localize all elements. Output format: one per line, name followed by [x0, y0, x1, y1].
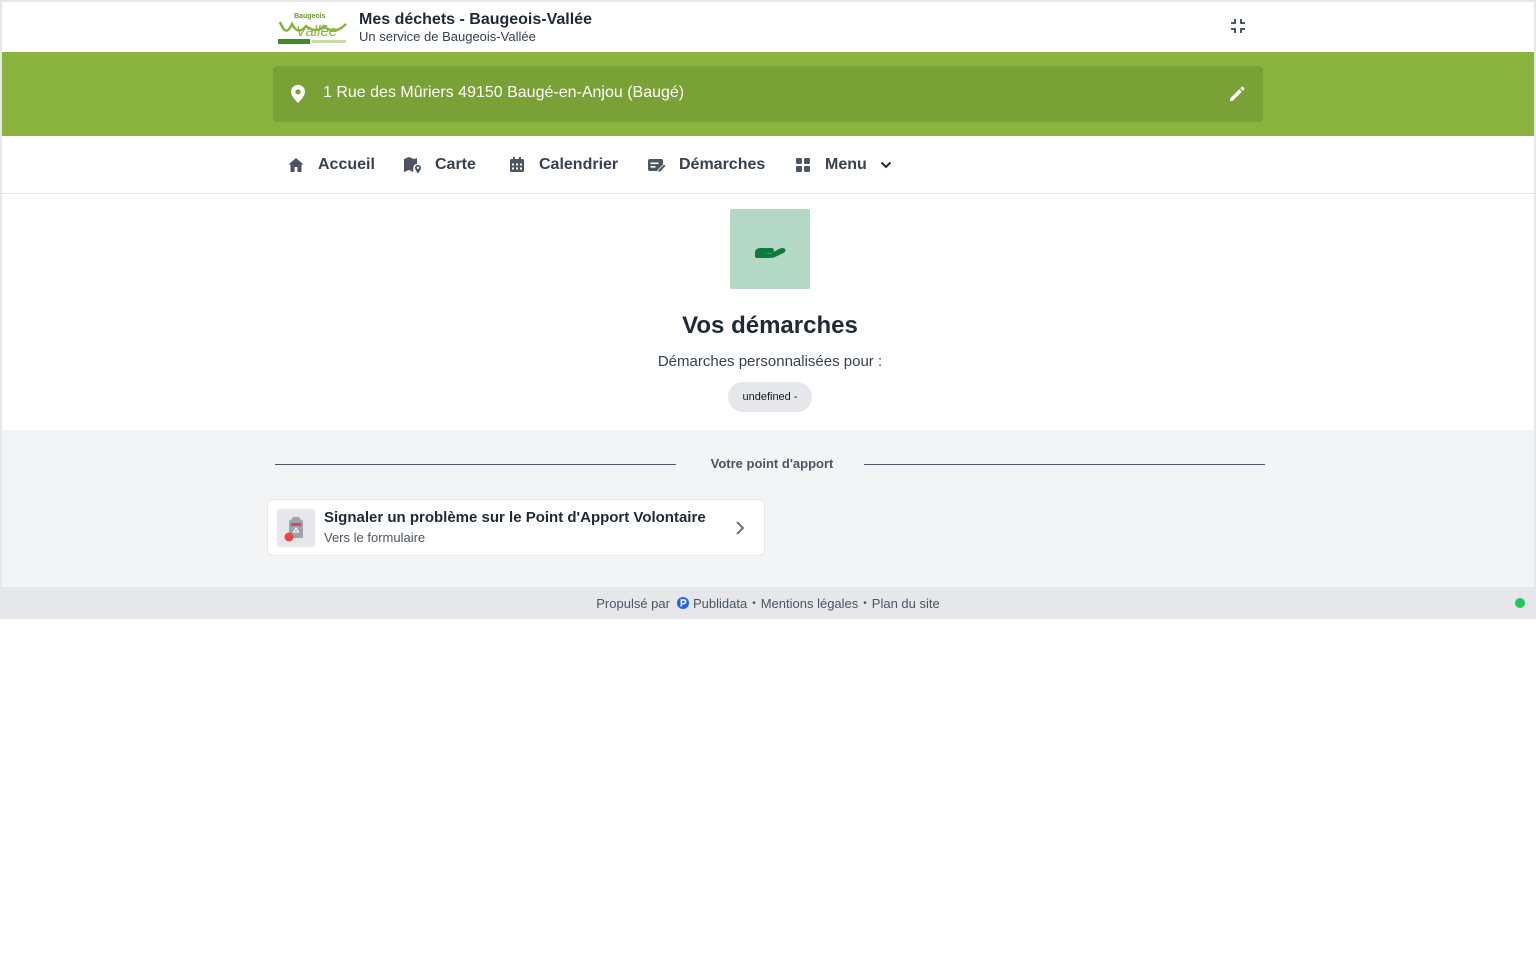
address-band: 1 Rue des Mûriers 49150 Baugé-en-Anjou (…	[2, 52, 1534, 136]
publidata-logo-icon	[676, 597, 689, 609]
nav-label-carte: Carte	[435, 156, 476, 173]
baugeois-vallee-logo: Baugeois Vallée	[278, 13, 347, 44]
app-title: Mes déchets - Baugeois-Vallée	[359, 11, 592, 28]
nav-item-menu[interactable]: Menu	[793, 136, 893, 194]
app-subtitle: Un service de Baugeois-Vallée	[359, 29, 536, 44]
point-apport-section: Votre point d'apport Signaler un problèm…	[2, 430, 1534, 589]
form-icon	[647, 155, 667, 175]
demarches-header: Vos démarches Démarches personnalisées p…	[2, 194, 1534, 430]
nav-label-accueil: Accueil	[318, 156, 375, 173]
nav-label-demarches: Démarches	[679, 156, 766, 173]
collapse-icon[interactable]	[1226, 14, 1250, 38]
main-navigation: Accueil Carte Calendrier Démarches Menu	[2, 136, 1534, 194]
nav-item-demarches[interactable]: Démarches	[647, 136, 765, 194]
nav-item-accueil[interactable]: Accueil	[286, 136, 375, 194]
report-problem-card[interactable]: Signaler un problème sur le Point d'Appo…	[267, 499, 765, 556]
grid-icon	[793, 155, 813, 175]
page-subtitle: Démarches personnalisées pour :	[657, 353, 883, 370]
footer-separator: •	[863, 597, 867, 609]
publidata-link[interactable]: Publidata	[693, 596, 747, 611]
nav-item-carte[interactable]: Carte	[403, 136, 476, 194]
powered-by-text: Propulsé par	[596, 595, 670, 611]
footer-separator: •	[752, 597, 756, 609]
home-icon	[286, 155, 306, 175]
chevron-down-icon	[879, 158, 893, 172]
footer: Propulsé par Publidata • Mentions légale…	[0, 587, 1536, 619]
chevron-right-icon	[736, 521, 745, 535]
map-pin-icon	[291, 85, 305, 103]
svg-text:Baugeois: Baugeois	[294, 13, 326, 20]
recycling-bin-icon	[277, 509, 315, 547]
svg-text:Vallée: Vallée	[296, 23, 337, 40]
profile-chip[interactable]: undefined -	[728, 382, 812, 412]
card-title: Signaler un problème sur le Point d'Appo…	[324, 509, 706, 526]
nav-label-menu: Menu	[825, 156, 867, 173]
sitemap-link[interactable]: Plan du site	[872, 596, 940, 611]
status-indicator	[1515, 598, 1525, 608]
hand-icon	[730, 209, 810, 289]
app-window: Baugeois Vallée Mes déchets - Baugeois-V…	[0, 0, 1536, 619]
top-bar: Baugeois Vallée Mes déchets - Baugeois-V…	[2, 2, 1534, 52]
footer-links: Propulsé par Publidata • Mentions légale…	[0, 587, 1536, 619]
section-heading: Votre point d'apport	[710, 456, 834, 471]
section-divider-right	[864, 464, 1265, 465]
nav-label-calendrier: Calendrier	[539, 156, 619, 173]
address-selector[interactable]: 1 Rue des Mûriers 49150 Baugé-en-Anjou (…	[273, 66, 1263, 122]
map-icon	[403, 155, 423, 175]
page-title: Vos démarches	[682, 312, 858, 339]
calendar-icon	[507, 155, 527, 175]
legal-notice-link[interactable]: Mentions légales	[761, 596, 859, 611]
address-text: 1 Rue des Mûriers 49150 Baugé-en-Anjou (…	[323, 84, 685, 101]
nav-item-calendrier[interactable]: Calendrier	[507, 136, 618, 194]
section-divider-left	[275, 464, 676, 465]
card-subtitle: Vers le formulaire	[324, 530, 426, 545]
pencil-icon[interactable]	[1227, 84, 1247, 104]
